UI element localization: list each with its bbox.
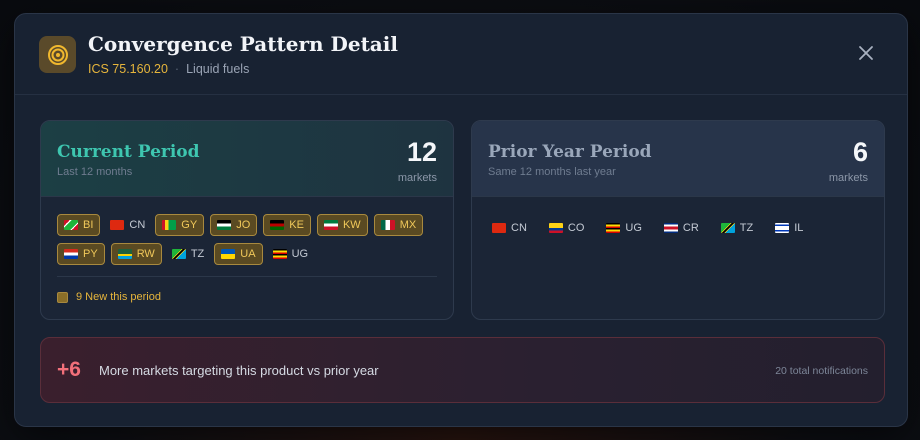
market-chip-rw: RW [110, 243, 162, 265]
flag-jo-icon [217, 220, 232, 230]
target-icon [39, 36, 76, 73]
convergence-dialog: Convergence Pattern Detail ICS 75.160.20… [14, 13, 908, 427]
market-chip-il: IL [771, 217, 807, 239]
product-category: Liquid fuels [186, 62, 250, 76]
market-chip-cn: CN [488, 217, 531, 239]
flag-mx-icon [380, 220, 395, 230]
new-markets-legend: 9 New this period [57, 291, 161, 303]
prior-period-subtitle: Same 12 months last year [488, 166, 616, 178]
new-markets-label: 9 New this period [76, 291, 161, 303]
separator-dot: · [174, 62, 180, 76]
delta-message: More markets targeting this product vs p… [99, 363, 379, 378]
market-chip-tz: TZ [168, 243, 208, 265]
new-legend-swatch [57, 291, 68, 303]
market-code-label: UG [625, 222, 642, 234]
market-code-label: KE [289, 219, 304, 231]
market-code-label: PY [83, 248, 98, 260]
current-period-card: Current Period Last 12 months 12 markets… [40, 120, 454, 320]
flag-ke-icon [270, 220, 285, 230]
flag-cn-icon [492, 223, 506, 233]
market-code-label: MX [399, 219, 417, 231]
market-code-label: GY [181, 219, 198, 231]
flag-kw-icon [323, 220, 338, 230]
flag-co-icon [548, 223, 563, 233]
market-chip-jo: JO [210, 214, 258, 236]
delta-banner: +6 More markets targeting this product v… [40, 337, 885, 403]
market-chip-kw: KW [316, 214, 368, 236]
flag-py-icon [64, 249, 78, 259]
dialog-subtitle: ICS 75.160.20 · Liquid fuels [88, 62, 249, 76]
market-chip-cn: CN [106, 214, 149, 236]
prior-period-title: Prior Year Period [488, 142, 652, 162]
prior-count-label: markets [828, 172, 868, 184]
current-period-header: Current Period Last 12 months 12 markets [41, 121, 453, 197]
flag-cn-icon [110, 220, 125, 230]
card-divider [57, 276, 437, 277]
market-code-label: IL [794, 222, 804, 234]
notifications-total: 20 total notifications [775, 365, 868, 377]
prior-period-card: Prior Year Period Same 12 months last ye… [471, 120, 885, 320]
market-code-label: CN [511, 222, 527, 234]
market-chip-mx: MX [373, 214, 424, 236]
close-icon[interactable] [855, 42, 877, 64]
flag-gy-icon [162, 220, 177, 230]
dialog-header: Convergence Pattern Detail ICS 75.160.20… [15, 14, 907, 95]
prior-market-count: 6 [852, 137, 868, 167]
flag-ug-icon [272, 249, 287, 259]
flag-bi-icon [64, 220, 78, 230]
market-chip-co: CO [545, 217, 589, 239]
prior-period-header: Prior Year Period Same 12 months last ye… [472, 121, 884, 197]
market-chip-bi: BI [57, 214, 101, 236]
market-code-label: CO [567, 222, 585, 234]
market-chip-py: PY [57, 243, 105, 265]
ics-code: ICS 75.160.20 [88, 62, 168, 76]
market-code-label: JO [236, 219, 251, 231]
flag-tz-icon [720, 223, 735, 233]
flag-cr-icon [663, 223, 678, 233]
market-code-label: BI [83, 219, 94, 231]
market-code-label: TZ [739, 222, 754, 234]
market-chip-gy: GY [155, 214, 205, 236]
market-chip-ug: UG [602, 217, 646, 239]
market-chip-tz: TZ [717, 217, 757, 239]
dialog-title: Convergence Pattern Detail [88, 32, 398, 56]
current-count-label: markets [397, 172, 437, 184]
market-code-label: RW [136, 248, 155, 260]
flag-tz-icon [171, 249, 186, 259]
market-code-label: CR [682, 222, 699, 234]
market-chip-cr: CR [660, 217, 703, 239]
market-code-label: TZ [190, 248, 205, 260]
market-chip-ke: KE [263, 214, 311, 236]
flag-ug-icon [606, 223, 621, 233]
market-code-label: UG [291, 248, 309, 260]
market-code-label: UA [240, 248, 256, 260]
current-period-title: Current Period [57, 142, 200, 162]
market-delta: +6 [57, 358, 81, 381]
flag-il-icon [775, 223, 790, 233]
flag-rw-icon [117, 249, 132, 259]
market-chip-ug: UG [269, 243, 313, 265]
market-code-label: CN [129, 219, 146, 231]
current-market-list: BI CN GY JO KE KW MX PY RW TZ UA UG [57, 214, 441, 265]
current-market-count: 12 [406, 137, 437, 167]
flag-ua-icon [221, 249, 236, 259]
current-period-subtitle: Last 12 months [57, 166, 133, 178]
market-code-label: KW [342, 219, 361, 231]
prior-market-list: CN CO UG CR TZ IL [488, 217, 872, 239]
market-chip-ua: UA [214, 243, 263, 265]
